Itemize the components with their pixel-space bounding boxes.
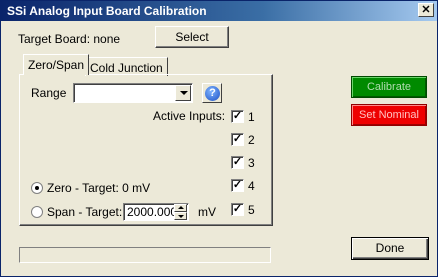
set-nominal-button[interactable]: Set Nominal [351, 104, 427, 126]
span-radio[interactable] [31, 206, 43, 218]
set-nominal-button-label: Set Nominal [359, 109, 419, 121]
input-5-label: 5 [248, 203, 255, 217]
calibrate-button[interactable]: Calibrate [351, 76, 427, 98]
checkmark-icon: ✓ [232, 110, 243, 122]
done-button[interactable]: Done [351, 237, 429, 260]
range-dropdown[interactable] [73, 83, 193, 103]
checkmark-icon: ✓ [232, 179, 243, 191]
range-label: Range [31, 86, 67, 100]
input-3-label: 3 [248, 156, 255, 170]
span-target-stepper[interactable]: 2000.000 [123, 203, 189, 221]
spin-down-icon[interactable] [174, 212, 187, 220]
input-2-checkbox[interactable]: ✓ [231, 133, 244, 146]
select-button[interactable]: Select [155, 26, 229, 48]
progress-bar [19, 247, 271, 263]
input-1-label: 1 [248, 110, 255, 124]
calibration-dialog: SSi Analog Input Board Calibration ✕ Tar… [0, 0, 438, 277]
span-unit-label: mV [198, 205, 216, 219]
done-button-label: Done [375, 241, 405, 255]
active-inputs-label: Active Inputs: [153, 109, 226, 123]
window-title: SSi Analog Input Board Calibration [7, 4, 207, 18]
help-icon: ? [205, 86, 220, 101]
input-1-checkbox[interactable]: ✓ [231, 110, 244, 123]
checkmark-icon: ✓ [232, 133, 243, 145]
tab-zero-span-label: Zero/Span [28, 58, 85, 72]
input-2-label: 2 [248, 133, 255, 147]
span-target-label: Span - Target: [47, 205, 123, 219]
tab-zero-span[interactable]: Zero/Span [23, 54, 90, 75]
spin-up-icon[interactable] [174, 204, 187, 212]
checkmark-icon: ✓ [232, 156, 243, 168]
zero-target-label: Zero - Target: 0 mV [47, 181, 151, 195]
tab-cold-junction-label: Cold Junction [90, 61, 163, 75]
calibrate-button-label: Calibrate [366, 81, 412, 93]
close-icon: ✕ [421, 4, 431, 16]
chevron-down-icon[interactable] [175, 85, 191, 101]
select-button-label: Select [175, 30, 209, 44]
close-button[interactable]: ✕ [418, 3, 434, 17]
input-4-label: 4 [248, 179, 255, 193]
input-3-checkbox[interactable]: ✓ [231, 156, 244, 169]
input-4-checkbox[interactable]: ✓ [231, 179, 244, 192]
checkmark-icon: ✓ [232, 203, 243, 215]
title-bar: SSi Analog Input Board Calibration ✕ [1, 1, 437, 21]
zero-radio[interactable] [31, 182, 43, 194]
input-5-checkbox[interactable]: ✓ [231, 203, 244, 216]
target-board-label: Target Board: none [18, 32, 121, 46]
span-target-value: 2000.000 [127, 205, 178, 219]
help-button[interactable]: ? [202, 83, 222, 103]
